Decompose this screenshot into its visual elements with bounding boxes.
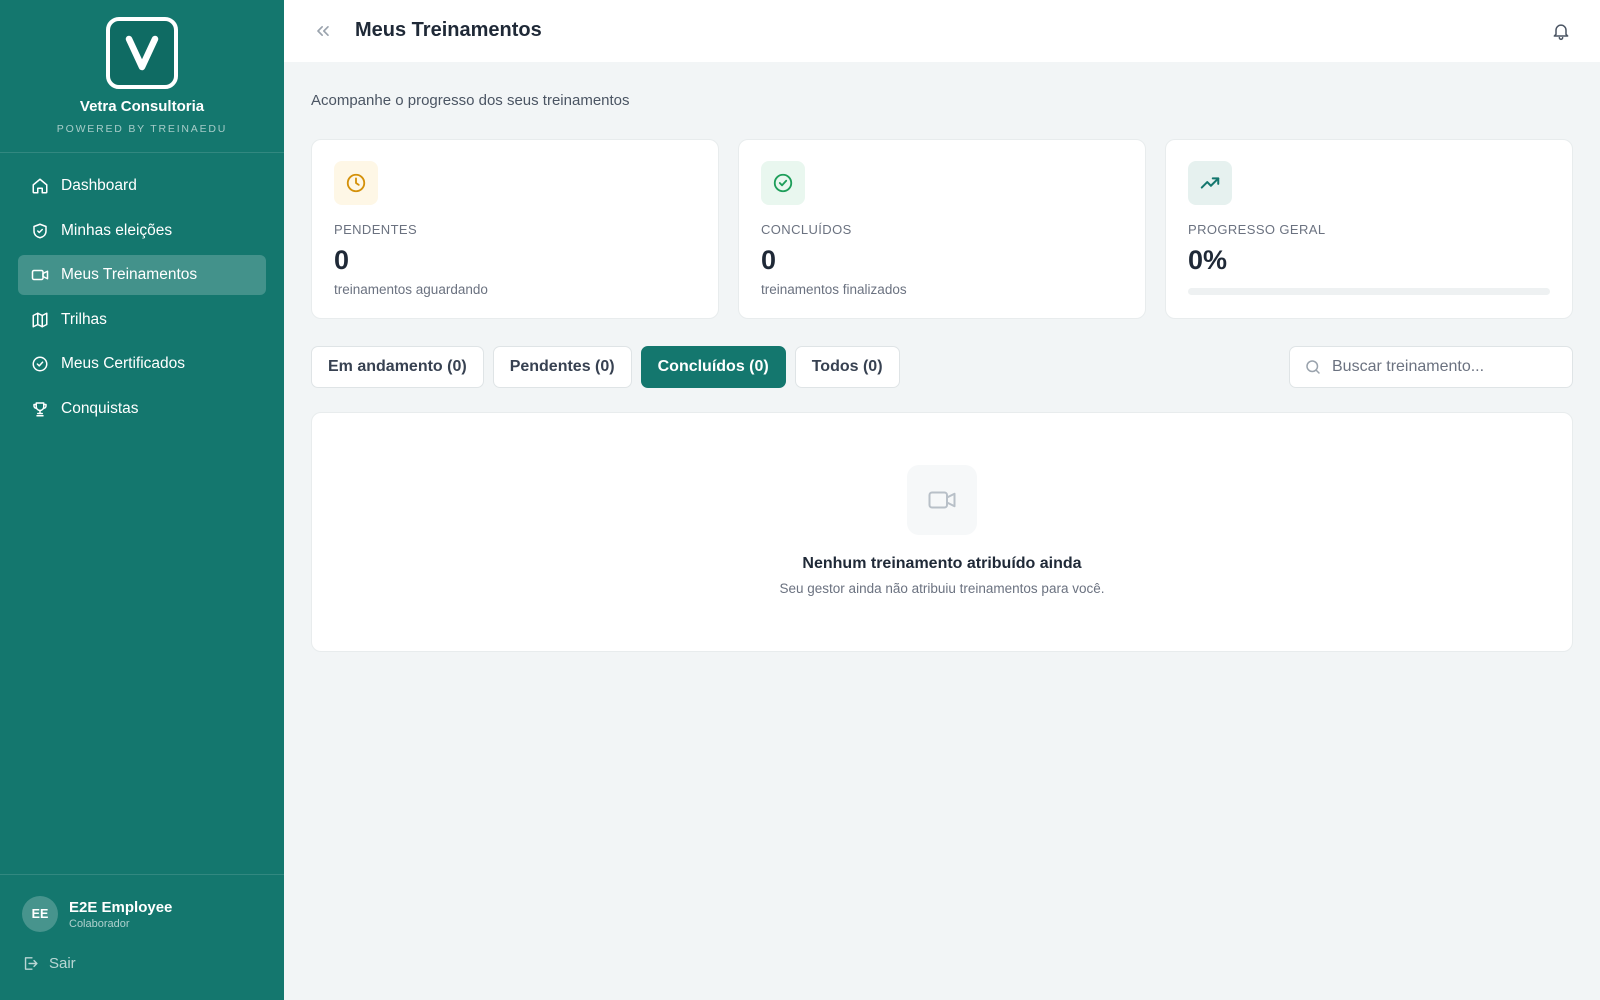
bell-icon (1553, 24, 1569, 41)
page-title: Meus Treinamentos (355, 19, 542, 41)
shield-icon (31, 222, 49, 240)
sidebar-nav: Dashboard Minhas eleições Meus Treinamen… (0, 153, 284, 429)
sidebar-item-label: Trilhas (61, 310, 107, 328)
chevrons-left-icon (317, 26, 329, 37)
brand-powered-by: POWERED BY TREINAEDU (56, 123, 228, 135)
logout-button[interactable]: Sair (22, 955, 76, 972)
avatar: EE (22, 896, 58, 932)
sidebar-item-label: Meus Certificados (61, 355, 186, 372)
check-circle-icon (761, 161, 805, 205)
sidebar-footer: EE E2E Employee Colaborador Sair (0, 874, 284, 1000)
search-box (1289, 346, 1573, 388)
brand-logo[interactable] (106, 17, 178, 89)
progress-card: PROGRESSO GERAL 0% (1165, 139, 1573, 319)
progress-value: 0% (1188, 245, 1228, 275)
tab-todos[interactable]: Todos (0) (794, 346, 900, 388)
progress-bar (1188, 288, 1550, 295)
pending-desc: treinamentos aguardando (334, 282, 488, 297)
sidebar-item-label: Minhas eleições (61, 221, 173, 239)
check-circle-icon (31, 355, 49, 373)
user-profile[interactable]: EE E2E Employee Colaborador (22, 896, 172, 932)
pending-label: PENDENTES (334, 222, 418, 237)
completed-card: CONCLUÍDOS 0 treinamentos finalizados (738, 139, 1146, 319)
video-icon (31, 266, 49, 284)
user-info: E2E Employee Colaborador (69, 899, 172, 930)
sidebar: Vetra Consultoria POWERED BY TREINAEDU D… (0, 0, 284, 1000)
completed-label: CONCLUÍDOS (761, 222, 852, 237)
stats-cards: PENDENTES 0 treinamentos aguardando CONC… (311, 139, 1573, 319)
video-icon (907, 465, 977, 535)
logout-label: Sair (49, 955, 76, 972)
collapse-sidebar-button[interactable] (312, 20, 334, 42)
map-icon (31, 311, 49, 329)
brand-header: Vetra Consultoria POWERED BY TREINAEDU (0, 0, 284, 153)
sidebar-item-trilhas[interactable]: Trilhas (18, 300, 266, 340)
logout-icon (22, 955, 39, 972)
completed-desc: treinamentos finalizados (761, 282, 907, 297)
completed-value: 0 (761, 245, 777, 275)
sidebar-item-conquistas[interactable]: Conquistas (18, 389, 266, 429)
home-icon (31, 177, 49, 195)
notifications-button[interactable] (1550, 20, 1572, 42)
user-name: E2E Employee (69, 898, 173, 916)
sidebar-item-label: Dashboard (61, 177, 137, 194)
progress-label: PROGRESSO GERAL (1188, 222, 1326, 237)
search-icon (1306, 360, 1320, 374)
tab-concluidos[interactable]: Concluídos (0) (640, 346, 786, 388)
sidebar-item-meus-certificados[interactable]: Meus Certificados (18, 344, 266, 384)
clock-icon (334, 161, 378, 205)
tab-pendentes[interactable]: Pendentes (0) (492, 346, 632, 388)
sidebar-item-meus-treinamentos[interactable]: Meus Treinamentos (18, 255, 266, 295)
user-role: Colaborador (69, 917, 130, 930)
sidebar-item-label: Meus Treinamentos (61, 266, 198, 283)
pending-value: 0 (334, 245, 350, 275)
main-content: Acompanhe o progresso dos seus treinamen… (311, 62, 1573, 652)
top-header: Meus Treinamentos (284, 0, 1600, 62)
empty-state-title: Nenhum treinamento atribuído ainda (802, 555, 1082, 572)
sidebar-item-dashboard[interactable]: Dashboard (18, 166, 266, 206)
brand-logo-mark (125, 35, 159, 71)
trophy-icon (31, 400, 49, 418)
empty-state-description: Seu gestor ainda não atribuiu treinament… (779, 581, 1105, 596)
filter-toolbar: Em andamento (0) Pendentes (0) Concluído… (311, 346, 1573, 388)
sidebar-item-label: Conquistas (61, 399, 139, 417)
empty-state: Nenhum treinamento atribuído ainda Seu g… (311, 412, 1573, 652)
trending-up-icon (1188, 161, 1232, 205)
brand-name: Vetra Consultoria (79, 98, 205, 115)
pending-card: PENDENTES 0 treinamentos aguardando (311, 139, 719, 319)
tab-em-andamento[interactable]: Em andamento (0) (311, 346, 484, 388)
sidebar-item-minhas-eleicoes[interactable]: Minhas eleições (18, 211, 266, 251)
page-subtitle: Acompanhe o progresso dos seus treinamen… (311, 92, 630, 109)
search-input[interactable] (1332, 358, 1562, 376)
